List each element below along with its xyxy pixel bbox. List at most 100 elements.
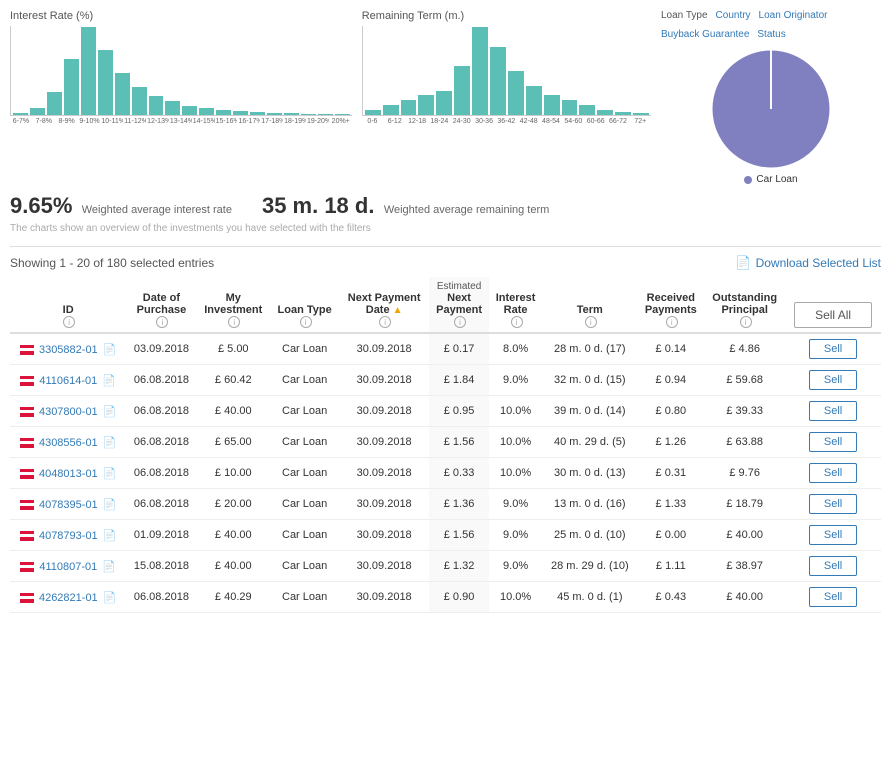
chart-note: The charts show an overview of the inves…: [10, 223, 881, 234]
sell-button[interactable]: Sell: [809, 525, 857, 545]
cell-date: 06.08.2018: [126, 365, 196, 396]
filter-country[interactable]: Country: [716, 10, 751, 21]
pdf-icon[interactable]: 📄: [103, 530, 117, 542]
pdf-icon[interactable]: 📄: [103, 406, 117, 418]
pdf-icon[interactable]: 📄: [102, 375, 116, 387]
est-payment-info-icon[interactable]: i: [454, 316, 466, 328]
cell-term: 39 m. 0 d. (14): [542, 396, 637, 427]
term-label: 42-48: [518, 118, 539, 125]
outstanding-info-icon[interactable]: i: [740, 316, 752, 328]
pdf-icon[interactable]: 📄: [103, 468, 117, 480]
sell-button[interactable]: Sell: [809, 463, 857, 483]
id-link[interactable]: 4262821-01: [39, 592, 98, 604]
sell-button[interactable]: Sell: [809, 432, 857, 452]
interest-label: 8-9%: [56, 118, 78, 125]
interest-bar: [47, 92, 62, 115]
term-label: 12-18: [406, 118, 427, 125]
cell-loan-type: Car Loan: [270, 551, 339, 582]
id-info-icon[interactable]: i: [63, 316, 75, 328]
pdf-icon[interactable]: 📄: [103, 499, 117, 511]
cell-date: 06.08.2018: [126, 427, 196, 458]
term-label: 6-12: [384, 118, 405, 125]
term-label: 54-60: [563, 118, 584, 125]
term-bar: [436, 91, 452, 115]
sell-button[interactable]: Sell: [809, 401, 857, 421]
avg-rate-label: Weighted average interest rate: [82, 204, 232, 216]
interest-bar: [284, 113, 299, 115]
cell-sell: Sell: [785, 582, 881, 613]
interest-bar: [318, 114, 333, 115]
interest-label: 14-15%: [193, 118, 215, 125]
col-loan-type: Loan Type i: [270, 277, 339, 333]
pdf-icon[interactable]: 📄: [103, 437, 117, 449]
investment-info-icon[interactable]: i: [228, 316, 240, 328]
term-info-icon[interactable]: i: [585, 316, 597, 328]
date-info-icon[interactable]: i: [156, 316, 168, 328]
filter-loan-originator[interactable]: Loan Originator: [759, 10, 828, 21]
flag-icon: [20, 407, 34, 417]
filter-status[interactable]: Status: [757, 29, 785, 40]
flag-icon: [20, 469, 34, 479]
loan-type-label: Loan Type: [661, 10, 708, 21]
pdf-icon[interactable]: 📄: [102, 561, 116, 573]
cell-received: £ 1.11: [637, 551, 704, 582]
interest-bar: [182, 106, 197, 115]
term-bar: [383, 105, 399, 115]
loan-type-info-icon[interactable]: i: [300, 316, 312, 328]
cell-investment: £ 5.00: [197, 333, 271, 365]
cell-sell: Sell: [785, 365, 881, 396]
interest-bar: [165, 101, 180, 115]
cell-date: 15.08.2018: [126, 551, 196, 582]
interest-label: 12-13%: [147, 118, 169, 125]
flag-icon: [20, 345, 34, 355]
sell-button[interactable]: Sell: [809, 556, 857, 576]
cell-investment: £ 65.00: [197, 427, 271, 458]
cell-received: £ 1.26: [637, 427, 704, 458]
interest-bar: [30, 108, 45, 115]
sell-all-button[interactable]: Sell All: [794, 302, 872, 328]
cell-sell: Sell: [785, 520, 881, 551]
col-outstanding: OutstandingPrincipal i: [704, 277, 785, 333]
cell-next-payment-date: 30.09.2018: [339, 489, 429, 520]
cell-term: 32 m. 0 d. (15): [542, 365, 637, 396]
id-link[interactable]: 4048013-01: [39, 468, 98, 480]
interest-bar: [115, 73, 130, 115]
interest-label: 15-16%: [216, 118, 238, 125]
download-link[interactable]: 📄 Download Selected List: [735, 255, 881, 271]
cell-sell: Sell: [785, 489, 881, 520]
id-link[interactable]: 4078395-01: [39, 499, 98, 511]
cell-loan-type: Car Loan: [270, 520, 339, 551]
cell-investment: £ 60.42: [197, 365, 271, 396]
cell-interest-rate: 9.0%: [489, 489, 542, 520]
cell-interest-rate: 10.0%: [489, 582, 542, 613]
col-term: Term i: [542, 277, 637, 333]
car-loan-dot: [744, 176, 752, 184]
interest-label: 13-14%: [170, 118, 192, 125]
pdf-icon[interactable]: 📄: [103, 344, 117, 356]
filter-buyback[interactable]: Buyback Guarantee: [661, 29, 749, 40]
interest-rate-info-icon[interactable]: i: [511, 316, 523, 328]
table-row: 4308556-01 📄 06.08.2018 £ 65.00 Car Loan…: [10, 427, 881, 458]
next-date-info-icon[interactable]: i: [379, 316, 391, 328]
pdf-icon[interactable]: 📄: [103, 592, 117, 604]
id-link[interactable]: 4307800-01: [39, 406, 98, 418]
cell-date: 06.08.2018: [126, 396, 196, 427]
sell-button[interactable]: Sell: [809, 370, 857, 390]
id-link[interactable]: 4078793-01: [39, 530, 98, 542]
table-row: 4110807-01 📄 15.08.2018 £ 40.00 Car Loan…: [10, 551, 881, 582]
term-label: 36-42: [496, 118, 517, 125]
col-interest-rate: InterestRate i: [489, 277, 542, 333]
cell-term: 28 m. 29 d. (10): [542, 551, 637, 582]
sell-button[interactable]: Sell: [809, 587, 857, 607]
id-link[interactable]: 4110807-01: [39, 561, 97, 573]
received-info-icon[interactable]: i: [666, 316, 678, 328]
id-link[interactable]: 4110614-01: [39, 375, 97, 387]
id-link[interactable]: 3305882-01: [39, 344, 98, 356]
remaining-term-chart: Remaining Term (m.) 0-66-1212-1818-2424-…: [362, 10, 651, 185]
cell-est-next-payment: £ 1.36: [429, 489, 489, 520]
sell-button[interactable]: Sell: [809, 494, 857, 514]
cell-investment: £ 20.00: [197, 489, 271, 520]
cell-investment: £ 40.00: [197, 551, 271, 582]
sell-button[interactable]: Sell: [809, 339, 857, 359]
id-link[interactable]: 4308556-01: [39, 437, 98, 449]
